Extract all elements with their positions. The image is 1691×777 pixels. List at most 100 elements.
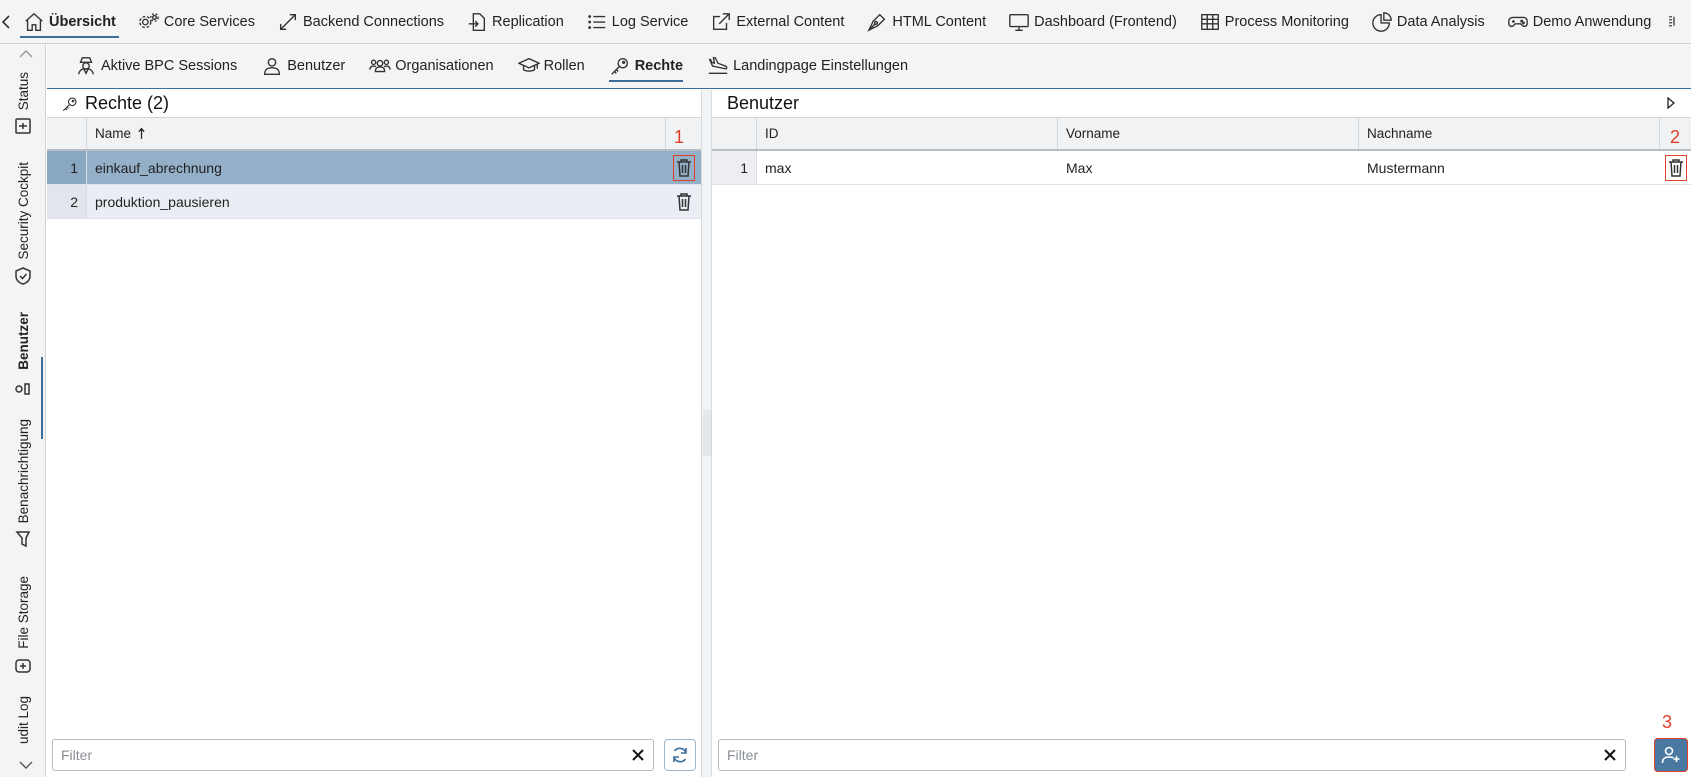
sidebar-item-label: Security Cockpit: [15, 162, 31, 260]
subnav-label: Rechte: [634, 58, 684, 74]
monitor-icon: [1009, 13, 1029, 31]
column-header-vorname[interactable]: Vorname: [1058, 118, 1359, 149]
trash-icon: [676, 192, 691, 211]
table-row[interactable]: 2 produktion_pausieren: [47, 185, 701, 219]
sidebar-scroll-down-icon[interactable]: [18, 759, 34, 771]
caret-right-icon[interactable]: [1665, 97, 1677, 109]
people-group-icon: [369, 59, 392, 73]
topnav-item-core-services[interactable]: Core Services: [127, 0, 266, 44]
topnav-label: Übersicht: [49, 13, 116, 30]
top-navigation: Übersicht Core Services Backend Connecti…: [0, 0, 1691, 44]
subnav-label: Rollen: [543, 58, 585, 74]
users-icon: [15, 383, 30, 395]
column-header-id[interactable]: ID: [757, 118, 1058, 149]
subnav-item-rechte[interactable]: Rechte: [597, 44, 695, 89]
topnav-label: Data Analysis: [1396, 13, 1485, 30]
rights-panel-header: Rechte (2): [47, 90, 701, 117]
users-panel-title: Benutzer: [727, 93, 800, 113]
refresh-button[interactable]: [664, 739, 696, 771]
status-icon: [15, 118, 31, 135]
delete-button[interactable]: [666, 185, 701, 218]
home-icon: [25, 12, 43, 31]
table-row[interactable]: 1 max Max Mustermann: [712, 151, 1691, 185]
clear-filter-button[interactable]: [1595, 749, 1625, 761]
topnav-item-log-service[interactable]: Log Service: [575, 0, 700, 44]
graduation-cap-icon: [517, 57, 540, 72]
pen-nib-icon: [867, 13, 886, 32]
topnav-item-external-content[interactable]: External Content: [699, 0, 855, 44]
cell-name: produktion_pausieren: [95, 193, 230, 210]
rights-filter-input[interactable]: [53, 741, 623, 769]
users-table: ID Vorname Nachname 1 max Max Mustermann: [712, 117, 1691, 185]
topnav-item-backend-connections[interactable]: Backend Connections: [266, 0, 455, 44]
subnav-item-rollen[interactable]: Rollen: [506, 44, 597, 89]
topnav-item-uebersicht[interactable]: Übersicht: [12, 0, 127, 44]
delete-button[interactable]: [666, 151, 701, 184]
subnav-item-benutzer[interactable]: Benutzer: [249, 44, 357, 89]
key-icon: [610, 57, 628, 75]
external-link-icon: [713, 12, 731, 30]
clear-filter-button[interactable]: [623, 749, 653, 761]
row-number: 1: [712, 151, 757, 184]
users-filter-input[interactable]: [719, 741, 1595, 769]
users-filter-bar: [718, 739, 1626, 771]
topnav-item-html-content[interactable]: HTML Content: [855, 0, 997, 44]
sidebar-item-benutzer[interactable]: Benutzer: [0, 312, 46, 396]
nav-scroll-left-icon[interactable]: [0, 0, 12, 44]
close-icon: [1604, 749, 1616, 761]
vertical-sidebar: Status Security Cockpit Benutzer Benachr…: [0, 44, 46, 777]
expand-arrows-icon: [279, 13, 296, 30]
sidebar-item-label: Benutzer: [15, 312, 31, 370]
topnav-item-dashboard[interactable]: Dashboard (Frontend): [997, 0, 1188, 44]
column-header-nachname[interactable]: Nachname: [1359, 118, 1660, 149]
gears-icon: [139, 12, 159, 28]
topnav-label: Backend Connections: [302, 13, 445, 30]
annotation-marker: 1: [674, 127, 685, 147]
subnav-item-organisationen[interactable]: Organisationen: [357, 44, 505, 89]
trash-icon: [672, 154, 695, 181]
topnav-label: Log Service: [611, 13, 689, 30]
shield-icon: [15, 266, 31, 285]
cell-nachname: Mustermann: [1367, 159, 1445, 176]
panel-splitter[interactable]: [701, 90, 712, 777]
table-row[interactable]: 1 einkauf_abrechnung: [47, 151, 701, 185]
remove-user-button[interactable]: [1660, 151, 1691, 184]
sidebar-item-label: Benachrichtigung: [15, 419, 31, 524]
sub-navigation: Aktive BPC Sessions Benutzer Organisatio…: [47, 44, 1691, 89]
topnav-item-data-analysis[interactable]: Data Analysis: [1360, 0, 1496, 44]
gamepad-icon: [1507, 16, 1528, 27]
column-header-name[interactable]: Name: [87, 118, 666, 149]
rights-table: Name 1 einkauf_abrechnung 2 produktion_p…: [47, 117, 701, 219]
sidebar-item-audit-log[interactable]: udit Log: [0, 696, 46, 744]
rights-panel-title: Rechte (2): [85, 93, 170, 113]
plane-landing-icon: [708, 57, 728, 75]
subnav-label: Landingpage Einstellungen: [733, 58, 909, 74]
rights-filter-bar: [52, 739, 654, 771]
user-plus-icon: [1661, 746, 1680, 764]
row-number: 1: [47, 151, 87, 184]
users-panel-header: Benutzer: [712, 90, 1691, 117]
pie-chart-icon: [1372, 11, 1392, 32]
topnav-item-demo-anwendung[interactable]: Demo Anwendung: [1496, 0, 1663, 44]
sidebar-item-status[interactable]: Status: [0, 72, 46, 136]
subnav-item-aktive-sessions[interactable]: Aktive BPC Sessions: [63, 44, 249, 89]
sidebar-item-file-storage[interactable]: File Storage: [0, 576, 46, 675]
sidebar-scroll-up-icon[interactable]: [18, 48, 34, 60]
topnav-item-replication[interactable]: Replication: [455, 0, 575, 44]
key-icon: [62, 96, 77, 111]
sidebar-item-security-cockpit[interactable]: Security Cockpit: [0, 162, 46, 286]
subnav-label: Aktive BPC Sessions: [101, 58, 238, 74]
subnav-item-landingpage[interactable]: Landingpage Einstellungen: [695, 44, 920, 89]
topnav-label: External Content: [736, 13, 845, 30]
topnav-item-process-monitoring[interactable]: Process Monitoring: [1188, 0, 1360, 44]
cell-vorname: Max: [1066, 159, 1093, 176]
splitter-grip[interactable]: [703, 410, 711, 456]
close-icon: [632, 749, 644, 761]
cell-name: einkauf_abrechnung: [95, 159, 222, 176]
sidebar-item-benachrichtigung[interactable]: Benachrichtigung: [0, 419, 46, 549]
users-table-header: ID Vorname Nachname: [712, 117, 1691, 151]
topnav-overflow-menu[interactable]: [1662, 0, 1691, 44]
add-user-button[interactable]: [1654, 738, 1688, 772]
refresh-icon: [673, 747, 687, 763]
topnav-label: HTML Content: [892, 13, 987, 30]
